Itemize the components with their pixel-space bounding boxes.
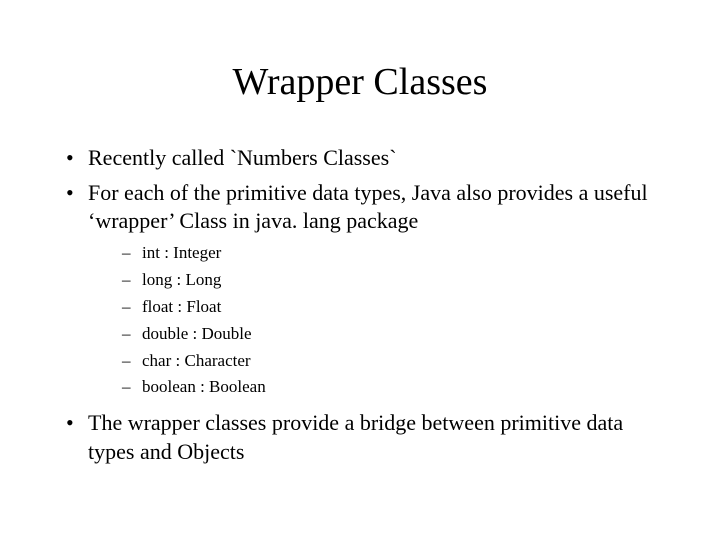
bullet-list-level1: Recently called `Numbers Classes` For ea… — [60, 144, 660, 467]
bullet-item: For each of the primitive data types, Ja… — [60, 179, 660, 400]
bullet-text: Recently called `Numbers Classes` — [88, 145, 397, 170]
sub-bullet-item: float : Float — [118, 296, 660, 319]
sub-bullet-item: int : Integer — [118, 242, 660, 265]
sub-bullet-text: float : Float — [142, 297, 221, 316]
bullet-list-level2: int : Integer long : Long float : Float … — [118, 242, 660, 400]
sub-bullet-item: char : Character — [118, 350, 660, 373]
sub-bullet-text: double : Double — [142, 324, 252, 343]
bullet-text: The wrapper classes provide a bridge bet… — [88, 410, 623, 464]
sub-bullet-text: long : Long — [142, 270, 221, 289]
sub-bullet-text: int : Integer — [142, 243, 221, 262]
sub-bullet-item: double : Double — [118, 323, 660, 346]
slide: Wrapper Classes Recently called `Numbers… — [0, 0, 720, 540]
sub-bullet-text: boolean : Boolean — [142, 377, 266, 396]
bullet-text: For each of the primitive data types, Ja… — [88, 180, 648, 234]
sub-bullet-item: long : Long — [118, 269, 660, 292]
bullet-item: The wrapper classes provide a bridge bet… — [60, 409, 660, 466]
slide-title: Wrapper Classes — [60, 60, 660, 104]
sub-bullet-item: boolean : Boolean — [118, 376, 660, 399]
bullet-item: Recently called `Numbers Classes` — [60, 144, 660, 173]
sub-bullet-text: char : Character — [142, 351, 251, 370]
